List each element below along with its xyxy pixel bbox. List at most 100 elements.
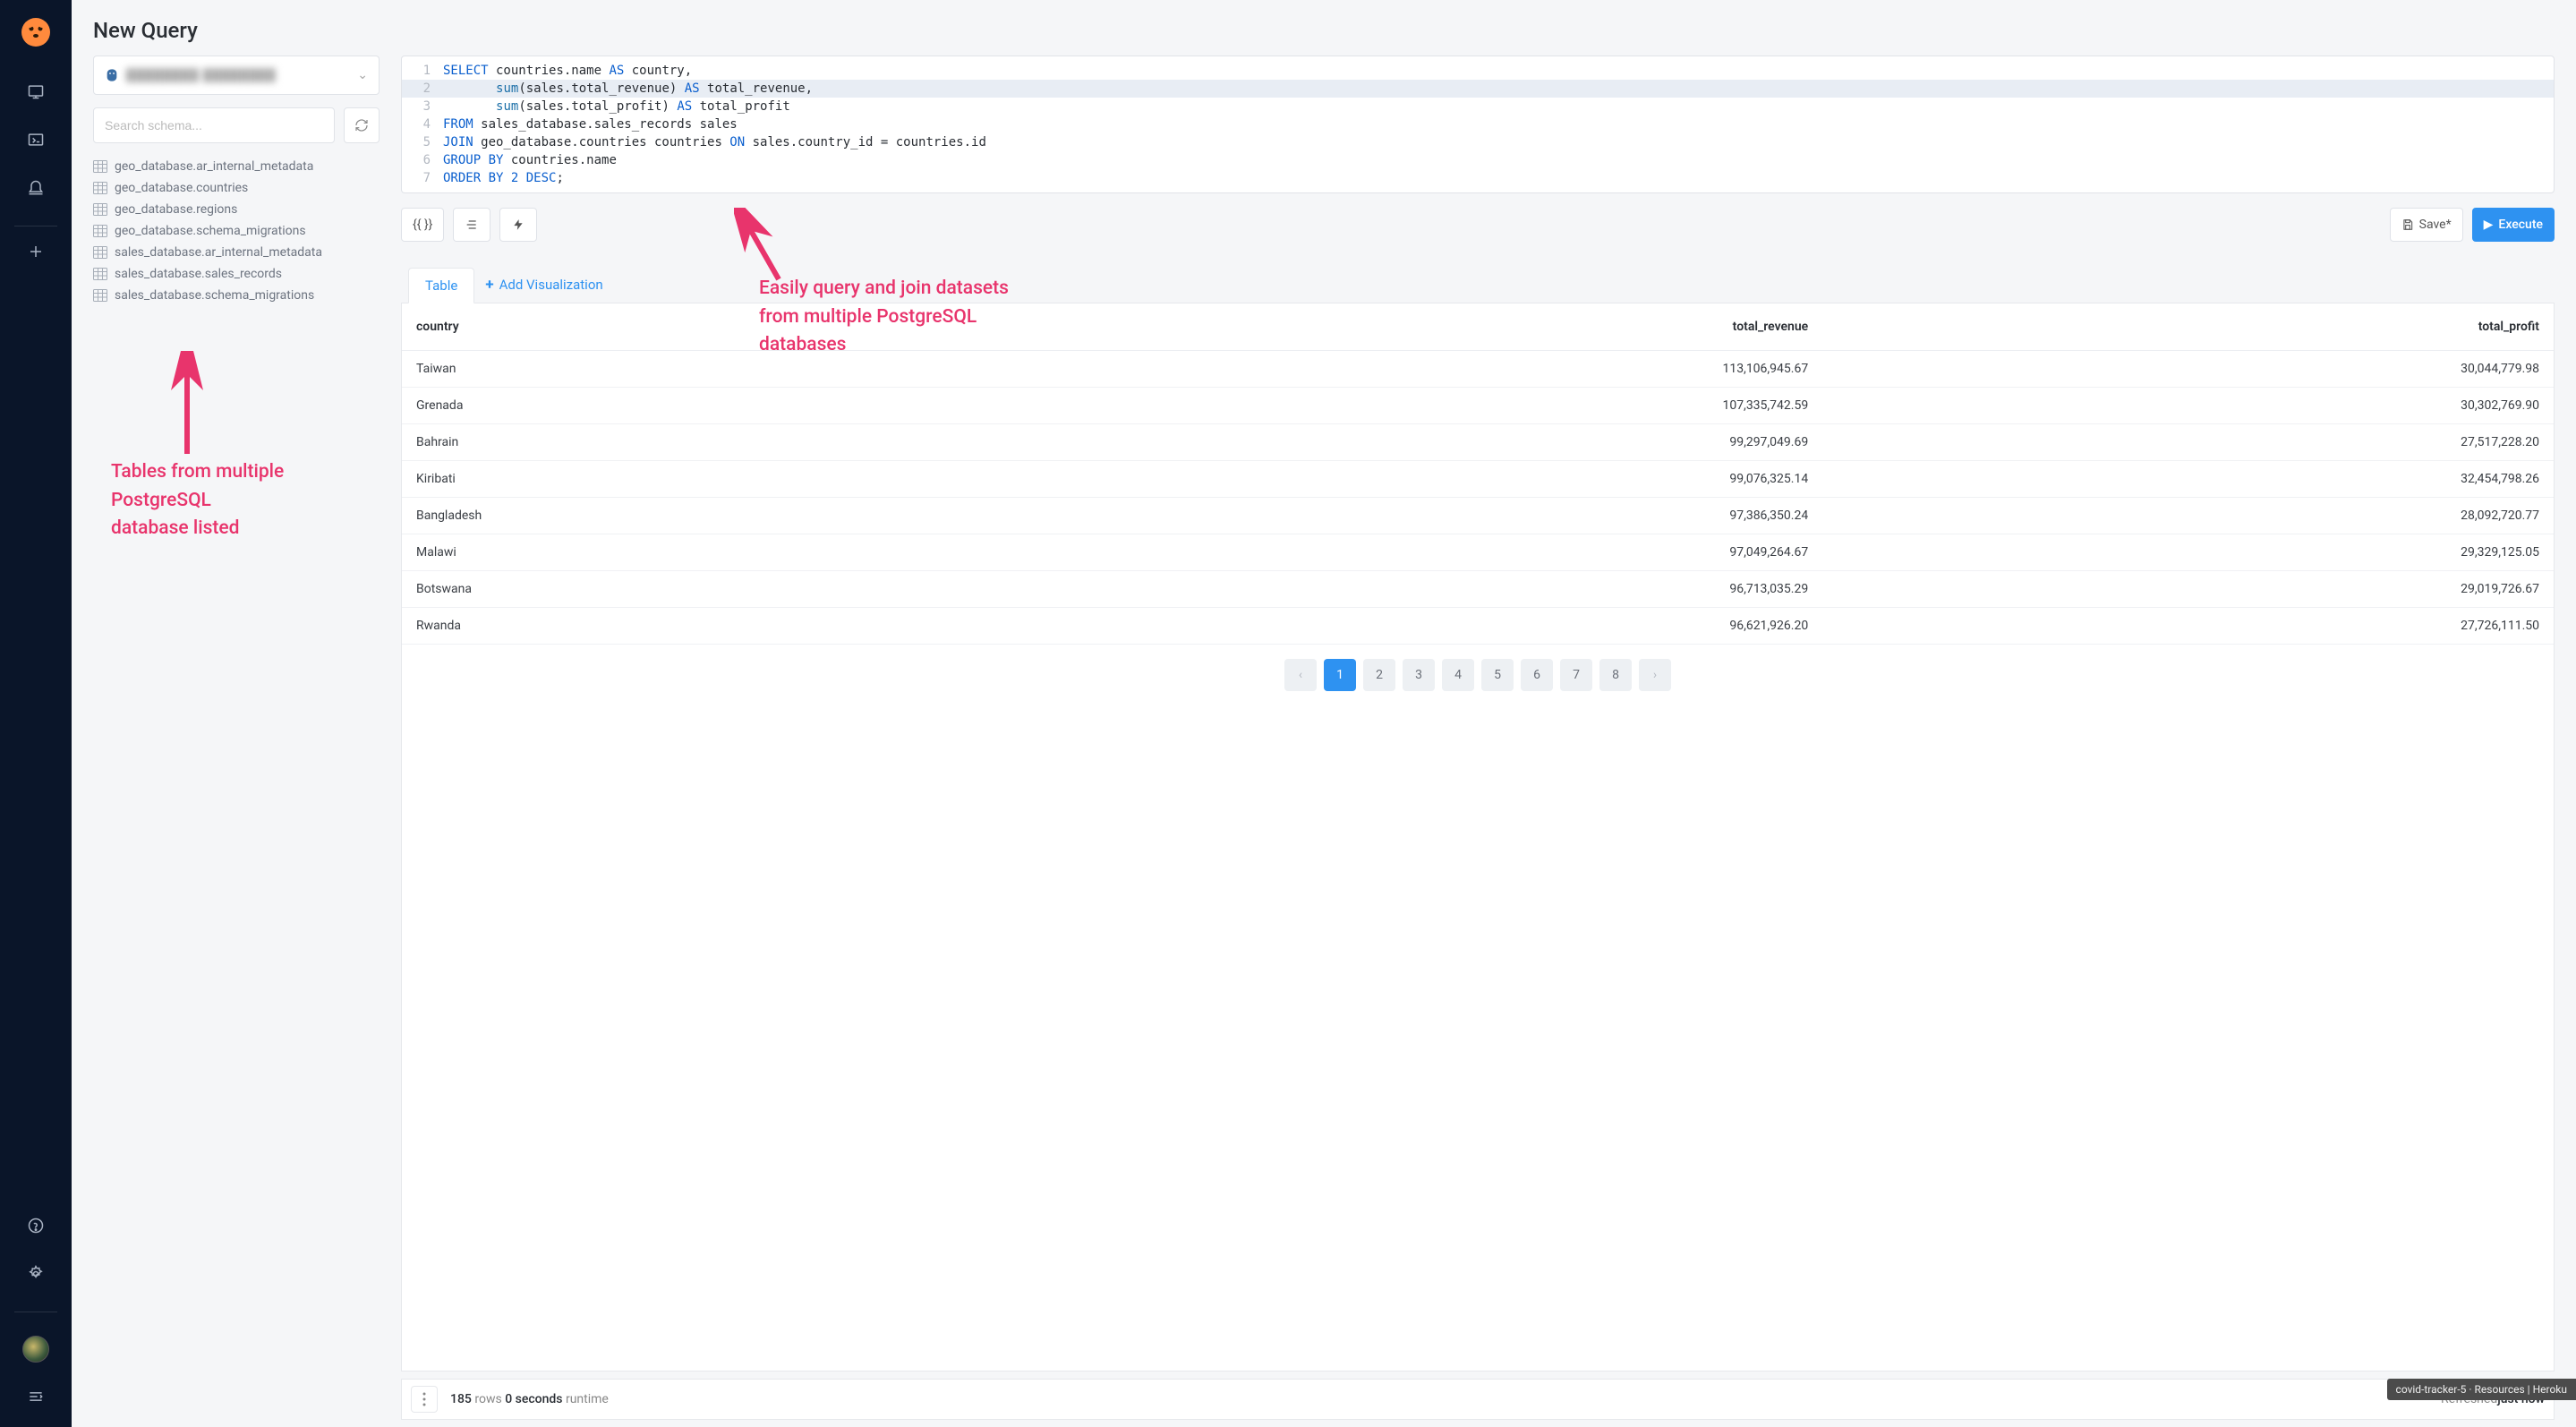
plus-icon: +: [485, 276, 493, 294]
schema-table-name: sales_database.sales_records: [115, 267, 282, 281]
page-button[interactable]: 8: [1599, 659, 1632, 691]
page-button[interactable]: 1: [1324, 659, 1356, 691]
refresh-schema-button[interactable]: [344, 107, 380, 143]
column-header[interactable]: country: [402, 303, 1044, 351]
nav-rail: [0, 0, 72, 1427]
parameters-button[interactable]: {{ }}: [401, 208, 444, 242]
user-avatar[interactable]: [22, 1336, 49, 1363]
create-icon[interactable]: [18, 234, 54, 269]
cell: Kiribati: [402, 461, 1044, 498]
table-row[interactable]: Botswana96,713,035.2929,019,726.67: [402, 571, 2554, 608]
result-tabs: Table + Add Visualization: [401, 267, 2555, 303]
cell: Rwanda: [402, 608, 1044, 645]
schema-search-input[interactable]: [93, 107, 335, 143]
cell: 99,076,325.14: [1044, 461, 1822, 498]
heroku-badge[interactable]: covid-tracker-5 · Resources | Heroku: [2387, 1379, 2576, 1400]
code-line: 2 sum(sales.total_revenue) AS total_reve…: [402, 80, 2554, 98]
column-header[interactable]: total_revenue: [1044, 303, 1822, 351]
pagination: ‹12345678›: [402, 645, 2554, 705]
table-row[interactable]: Taiwan113,106,945.6730,044,779.98: [402, 351, 2554, 388]
schema-table-name: geo_database.ar_internal_metadata: [115, 159, 313, 174]
results-container: countrytotal_revenuetotal_profitTaiwan11…: [401, 303, 2555, 1371]
schema-table-name: geo_database.countries: [115, 181, 248, 195]
queries-icon[interactable]: [18, 122, 54, 158]
page-prev-button[interactable]: ‹: [1284, 659, 1317, 691]
code-line: 1SELECT countries.name AS country,: [402, 62, 2554, 80]
table-row[interactable]: Malawi97,049,264.6729,329,125.05: [402, 534, 2554, 571]
save-icon: [2401, 218, 2414, 231]
cell: 97,386,350.24: [1044, 498, 1822, 534]
table-row[interactable]: Bahrain99,297,049.6927,517,228.20: [402, 424, 2554, 461]
save-button[interactable]: Save*: [2390, 208, 2463, 242]
cell: 32,454,798.26: [1822, 461, 2554, 498]
schema-table-item[interactable]: geo_database.schema_migrations: [93, 220, 380, 242]
autocomplete-button[interactable]: [499, 208, 537, 242]
help-icon[interactable]: [18, 1208, 54, 1243]
cell: Grenada: [402, 388, 1044, 424]
cell: 30,302,769.90: [1822, 388, 2554, 424]
cell: Taiwan: [402, 351, 1044, 388]
table-row[interactable]: Grenada107,335,742.5930,302,769.90: [402, 388, 2554, 424]
table-row[interactable]: Kiribati99,076,325.1432,454,798.26: [402, 461, 2554, 498]
collapse-nav-icon[interactable]: [18, 1379, 54, 1414]
execute-button[interactable]: ▶ Execute: [2472, 208, 2555, 242]
cell: 99,297,049.69: [1044, 424, 1822, 461]
schema-table-name: geo_database.regions: [115, 202, 237, 217]
table-row[interactable]: Rwanda96,621,926.2027,726,111.50: [402, 608, 2554, 645]
page-button[interactable]: 3: [1403, 659, 1435, 691]
schema-panel: ████████ ████████ ⌄ geo_database.ar_inte…: [93, 56, 380, 1420]
schema-table-name: sales_database.schema_migrations: [115, 288, 314, 303]
runtime-value: 0 seconds: [505, 1392, 562, 1406]
cell: 29,019,726.67: [1822, 571, 2554, 608]
cell: 113,106,945.67: [1044, 351, 1822, 388]
column-header[interactable]: total_profit: [1822, 303, 2554, 351]
datasource-name: ████████ ████████: [126, 68, 277, 82]
table-row[interactable]: Bangladesh97,386,350.2428,092,720.77: [402, 498, 2554, 534]
sql-editor[interactable]: 1SELECT countries.name AS country,2 sum(…: [401, 56, 2555, 193]
annotation-arrow-icon: [165, 351, 209, 458]
schema-table-item[interactable]: geo_database.regions: [93, 199, 380, 220]
play-icon: ▶: [2484, 218, 2494, 232]
cell: 30,044,779.98: [1822, 351, 2554, 388]
cell: Bangladesh: [402, 498, 1044, 534]
query-options-button[interactable]: [411, 1386, 438, 1413]
code-line: 4FROM sales_database.sales_records sales: [402, 115, 2554, 133]
code-line: 7ORDER BY 2 DESC;: [402, 169, 2554, 187]
cell: 107,335,742.59: [1044, 388, 1822, 424]
editor-toolbar: {{ }} Save* ▶ Execute: [401, 208, 2555, 242]
cell: 97,049,264.67: [1044, 534, 1822, 571]
results-table: countrytotal_revenuetotal_profitTaiwan11…: [402, 303, 2554, 645]
page-button[interactable]: 4: [1442, 659, 1474, 691]
page-next-button[interactable]: ›: [1639, 659, 1671, 691]
page-title: New Query: [72, 0, 2576, 56]
query-panel: 1SELECT countries.name AS country,2 sum(…: [401, 56, 2555, 1420]
page-button[interactable]: 6: [1521, 659, 1553, 691]
schema-table-item[interactable]: sales_database.schema_migrations: [93, 285, 380, 306]
settings-gear-icon[interactable]: [18, 1256, 54, 1292]
datasource-selector[interactable]: ████████ ████████ ⌄: [93, 56, 380, 95]
code-line: 6GROUP BY countries.name: [402, 151, 2554, 169]
schema-table-name: sales_database.ar_internal_metadata: [115, 245, 322, 260]
cell: Bahrain: [402, 424, 1044, 461]
page-button[interactable]: 7: [1560, 659, 1592, 691]
cell: 96,621,926.20: [1044, 608, 1822, 645]
app-logo[interactable]: [20, 16, 52, 48]
code-line: 5JOIN geo_database.countries countries O…: [402, 133, 2554, 151]
schema-table-item[interactable]: geo_database.countries: [93, 177, 380, 199]
add-visualization-button[interactable]: + Add Visualization: [474, 267, 613, 303]
chevron-down-icon: ⌄: [357, 68, 368, 82]
cell: 28,092,720.77: [1822, 498, 2554, 534]
dashboards-icon[interactable]: [18, 73, 54, 109]
page-button[interactable]: 5: [1481, 659, 1514, 691]
postgres-icon: [105, 68, 119, 82]
alerts-icon[interactable]: [18, 170, 54, 206]
schema-table-item[interactable]: geo_database.ar_internal_metadata: [93, 156, 380, 177]
annotation-text-schema: Tables from multiplePostgreSQLdatabase l…: [111, 458, 284, 543]
schema-table-item[interactable]: sales_database.ar_internal_metadata: [93, 242, 380, 263]
cell: 29,329,125.05: [1822, 534, 2554, 571]
schema-table-item[interactable]: sales_database.sales_records: [93, 263, 380, 285]
page-button[interactable]: 2: [1363, 659, 1395, 691]
cell: 27,726,111.50: [1822, 608, 2554, 645]
tab-table[interactable]: Table: [408, 268, 474, 303]
format-query-button[interactable]: [453, 208, 490, 242]
